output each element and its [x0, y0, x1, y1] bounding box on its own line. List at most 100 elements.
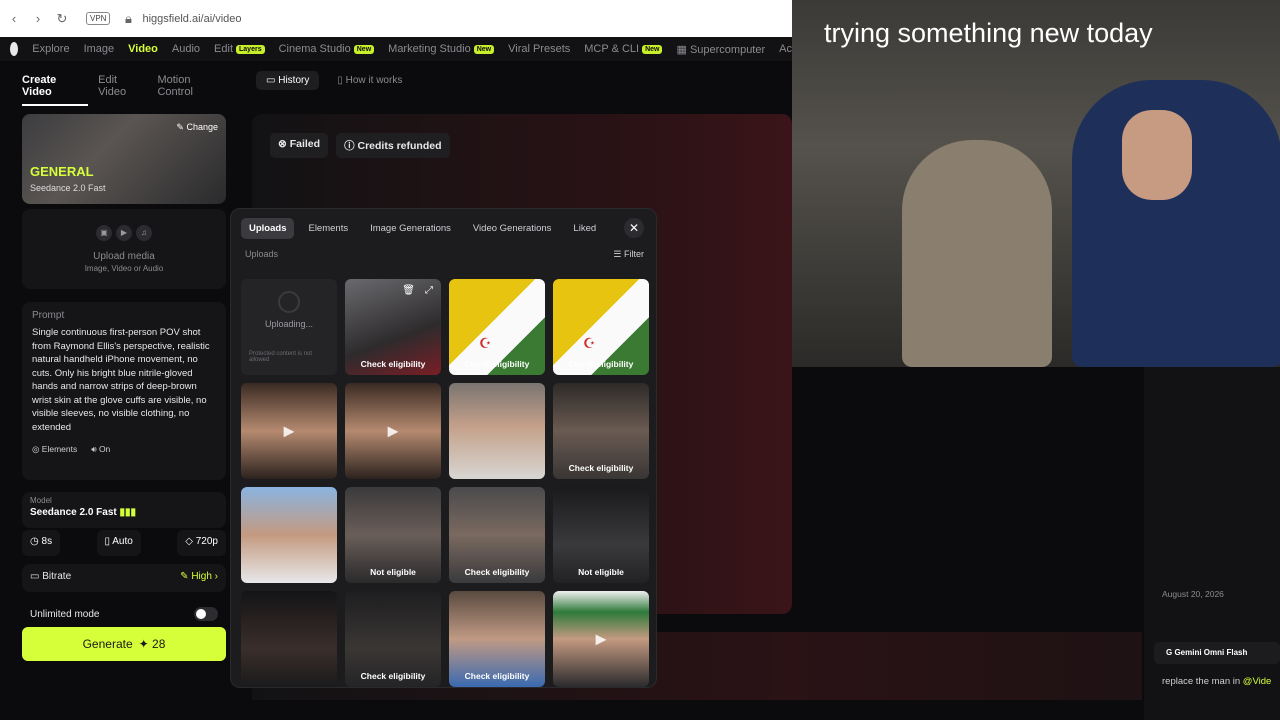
upload-thumb[interactable]: Not eligible	[553, 487, 649, 583]
back-icon[interactable]: ‹	[8, 11, 20, 26]
nav-edit[interactable]: Edit Layers	[214, 43, 265, 55]
tab-uploads[interactable]: Uploads	[241, 218, 295, 239]
nav-cinema-label: Cinema Studio	[278, 43, 351, 55]
forward-icon[interactable]: ›	[32, 11, 44, 26]
tab-elements[interactable]: Elements	[300, 218, 356, 239]
nav-supercomputer[interactable]: ▦ Supercomputer	[676, 43, 765, 56]
vpn-badge[interactable]: VPN	[86, 12, 111, 25]
aspect-select[interactable]: ▯ Auto	[96, 530, 141, 556]
loading-spinner-icon	[278, 291, 300, 313]
upload-thumb[interactable]: ☪ Check eligibility	[449, 279, 545, 375]
history-prompt-text: replace the man in	[1162, 676, 1243, 687]
audio-toggle[interactable]: 🔊︎ On	[91, 444, 110, 455]
nav-explore[interactable]: Explore	[32, 43, 69, 55]
nav-cinema-studio[interactable]: Cinema Studio New	[279, 43, 375, 55]
prompt-textarea[interactable]: Single continuous first-person POV shot …	[32, 326, 216, 438]
unlimited-toggle[interactable]	[194, 607, 218, 621]
bitrate-selector[interactable]: ▭ Bitrate ✎ High ›	[22, 564, 226, 592]
upload-thumb[interactable]: ▶	[241, 383, 337, 479]
model-selector[interactable]: Model Seedance 2.0 Fast ▮▮▮	[22, 492, 226, 528]
upload-thumb[interactable]: 🗑︎ ⤢ Check eligibility	[345, 279, 441, 375]
eligibility-label[interactable]: Check eligibility	[553, 463, 649, 473]
eligibility-label[interactable]: Check eligibility	[449, 359, 545, 369]
nav-audio[interactable]: Audio	[172, 43, 200, 55]
upload-thumb[interactable]	[449, 383, 545, 479]
how-it-works-label: How it works	[345, 75, 403, 86]
higgsfield-logo-icon[interactable]	[10, 42, 19, 56]
generate-cost: ✦ 28	[138, 637, 166, 651]
uploads-grid: Uploading... Protected content is not al…	[241, 279, 649, 687]
upload-thumb[interactable]: Check eligibility	[449, 487, 545, 583]
expand-icon[interactable]: ⤢	[425, 285, 433, 296]
audio-icon: ♫	[136, 225, 152, 241]
upload-thumb-uploading: Uploading... Protected content is not al…	[241, 279, 337, 375]
eligibility-label[interactable]: Check eligibility	[449, 567, 545, 577]
tab-video-generations[interactable]: Video Generations	[465, 218, 560, 239]
nav-viral-presets[interactable]: Viral Presets	[508, 43, 570, 55]
layers-tag: Layers	[236, 44, 265, 54]
app-root: ‹ › ↻ VPN 🔒︎ higgsfield.ai/ai/video Expl…	[0, 0, 1280, 720]
tab-how-it-works[interactable]: ▯ How it works	[327, 71, 412, 90]
tab-image-generations[interactable]: Image Generations	[362, 218, 459, 239]
trash-icon[interactable]: 🗑︎	[402, 285, 415, 296]
upload-thumb[interactable]: Check eligibility	[553, 383, 649, 479]
eligibility-label[interactable]: Check eligibility	[345, 671, 441, 681]
upload-media-dropzone[interactable]: ▣ ▶ ♫ Upload media Image, Video or Audio	[22, 209, 226, 289]
elements-label: Elements	[41, 444, 78, 454]
duration-select[interactable]: ◷ 8s	[22, 530, 61, 556]
settings-chips: ◷ 8s ▯ Auto ◇ 720p	[22, 530, 226, 556]
reload-icon[interactable]: ↻	[56, 11, 68, 27]
modal-tabs: Uploads Elements Image Generations Video…	[231, 209, 656, 239]
model-badge: G Gemini Omni Flash	[1154, 642, 1280, 664]
protected-note: Protected content is not allowed	[249, 351, 313, 363]
prompt-panel: Prompt Single continuous first-person PO…	[22, 302, 226, 480]
nav-more[interactable]: Ac	[779, 43, 792, 55]
eligibility-label[interactable]: Check eligibility	[553, 359, 649, 369]
upload-thumb[interactable]: Check eligibility	[449, 591, 545, 687]
preset-model: Seedance 2.0 Fast	[30, 183, 106, 193]
upload-thumb[interactable]: Not eligible	[345, 487, 441, 583]
change-button[interactable]: ✎ Change	[176, 122, 218, 133]
nav-video[interactable]: Video	[128, 43, 158, 55]
model-badge-label: Gemini Omni Flash	[1174, 648, 1248, 657]
upload-thumb[interactable]	[241, 487, 337, 583]
elements-toggle[interactable]: ◎ Elements	[32, 444, 77, 455]
uploading-label: Uploading...	[264, 319, 314, 329]
duration-value: 8s	[41, 536, 53, 547]
tab-liked[interactable]: Liked	[565, 218, 604, 239]
close-icon[interactable]: ✕	[624, 218, 644, 238]
resolution-select[interactable]: ◇ 720p	[177, 530, 226, 556]
play-icon: ▶	[283, 422, 295, 439]
tab-motion-control[interactable]: Motion Control	[157, 74, 228, 106]
upload-thumb[interactable]	[241, 591, 337, 687]
eligibility-label[interactable]: Check eligibility	[449, 671, 545, 681]
filter-button[interactable]: ☰ Filter	[613, 249, 644, 260]
lock-icon: 🔒︎	[124, 10, 132, 26]
upload-thumb[interactable]: ▶	[553, 591, 649, 687]
tab-history[interactable]: ▭ History	[256, 71, 320, 90]
model-value: Seedance 2.0 Fast ▮▮▮	[30, 507, 218, 518]
generate-button[interactable]: Generate ✦ 28	[22, 627, 226, 661]
tab-create-video[interactable]: Create Video	[22, 74, 89, 106]
unlimited-mode-row: Unlimited mode	[22, 604, 226, 624]
upload-thumb[interactable]: ▶	[345, 383, 441, 479]
history-date: August 20, 2026	[1162, 589, 1224, 599]
upload-thumb[interactable]: Check eligibility	[345, 591, 441, 687]
tab-edit-video[interactable]: Edit Video	[98, 74, 147, 106]
top-navigation: Explore Image Video Audio Edit Layers Cin…	[0, 37, 792, 61]
nav-mcp-cli[interactable]: MCP & CLI New	[584, 43, 663, 55]
resolution-value: 720p	[195, 536, 218, 547]
aspect-value: Auto	[112, 536, 133, 547]
address-bar[interactable]: higgsfield.ai/ai/video	[142, 13, 241, 25]
model-name: Seedance 2.0 Fast	[30, 507, 117, 518]
eligibility-label: Not eligible	[578, 567, 624, 577]
upload-thumb[interactable]: ☪ Check eligibility	[553, 279, 649, 375]
sidebar-tabs: Create Video Edit Video Motion Control	[12, 64, 238, 106]
left-sidebar: Create Video Edit Video Motion Control ✎…	[12, 64, 238, 684]
nav-marketing-studio[interactable]: Marketing Studio New	[388, 43, 495, 55]
model-preset-card[interactable]: ✎ Change GENERAL Seedance 2.0 Fast	[22, 114, 226, 204]
eligibility-label[interactable]: Check eligibility	[345, 359, 441, 369]
prompt-label: Prompt	[32, 310, 65, 321]
history-tabs: ▭ History ▯ How it works	[256, 71, 412, 90]
nav-image[interactable]: Image	[84, 43, 115, 55]
